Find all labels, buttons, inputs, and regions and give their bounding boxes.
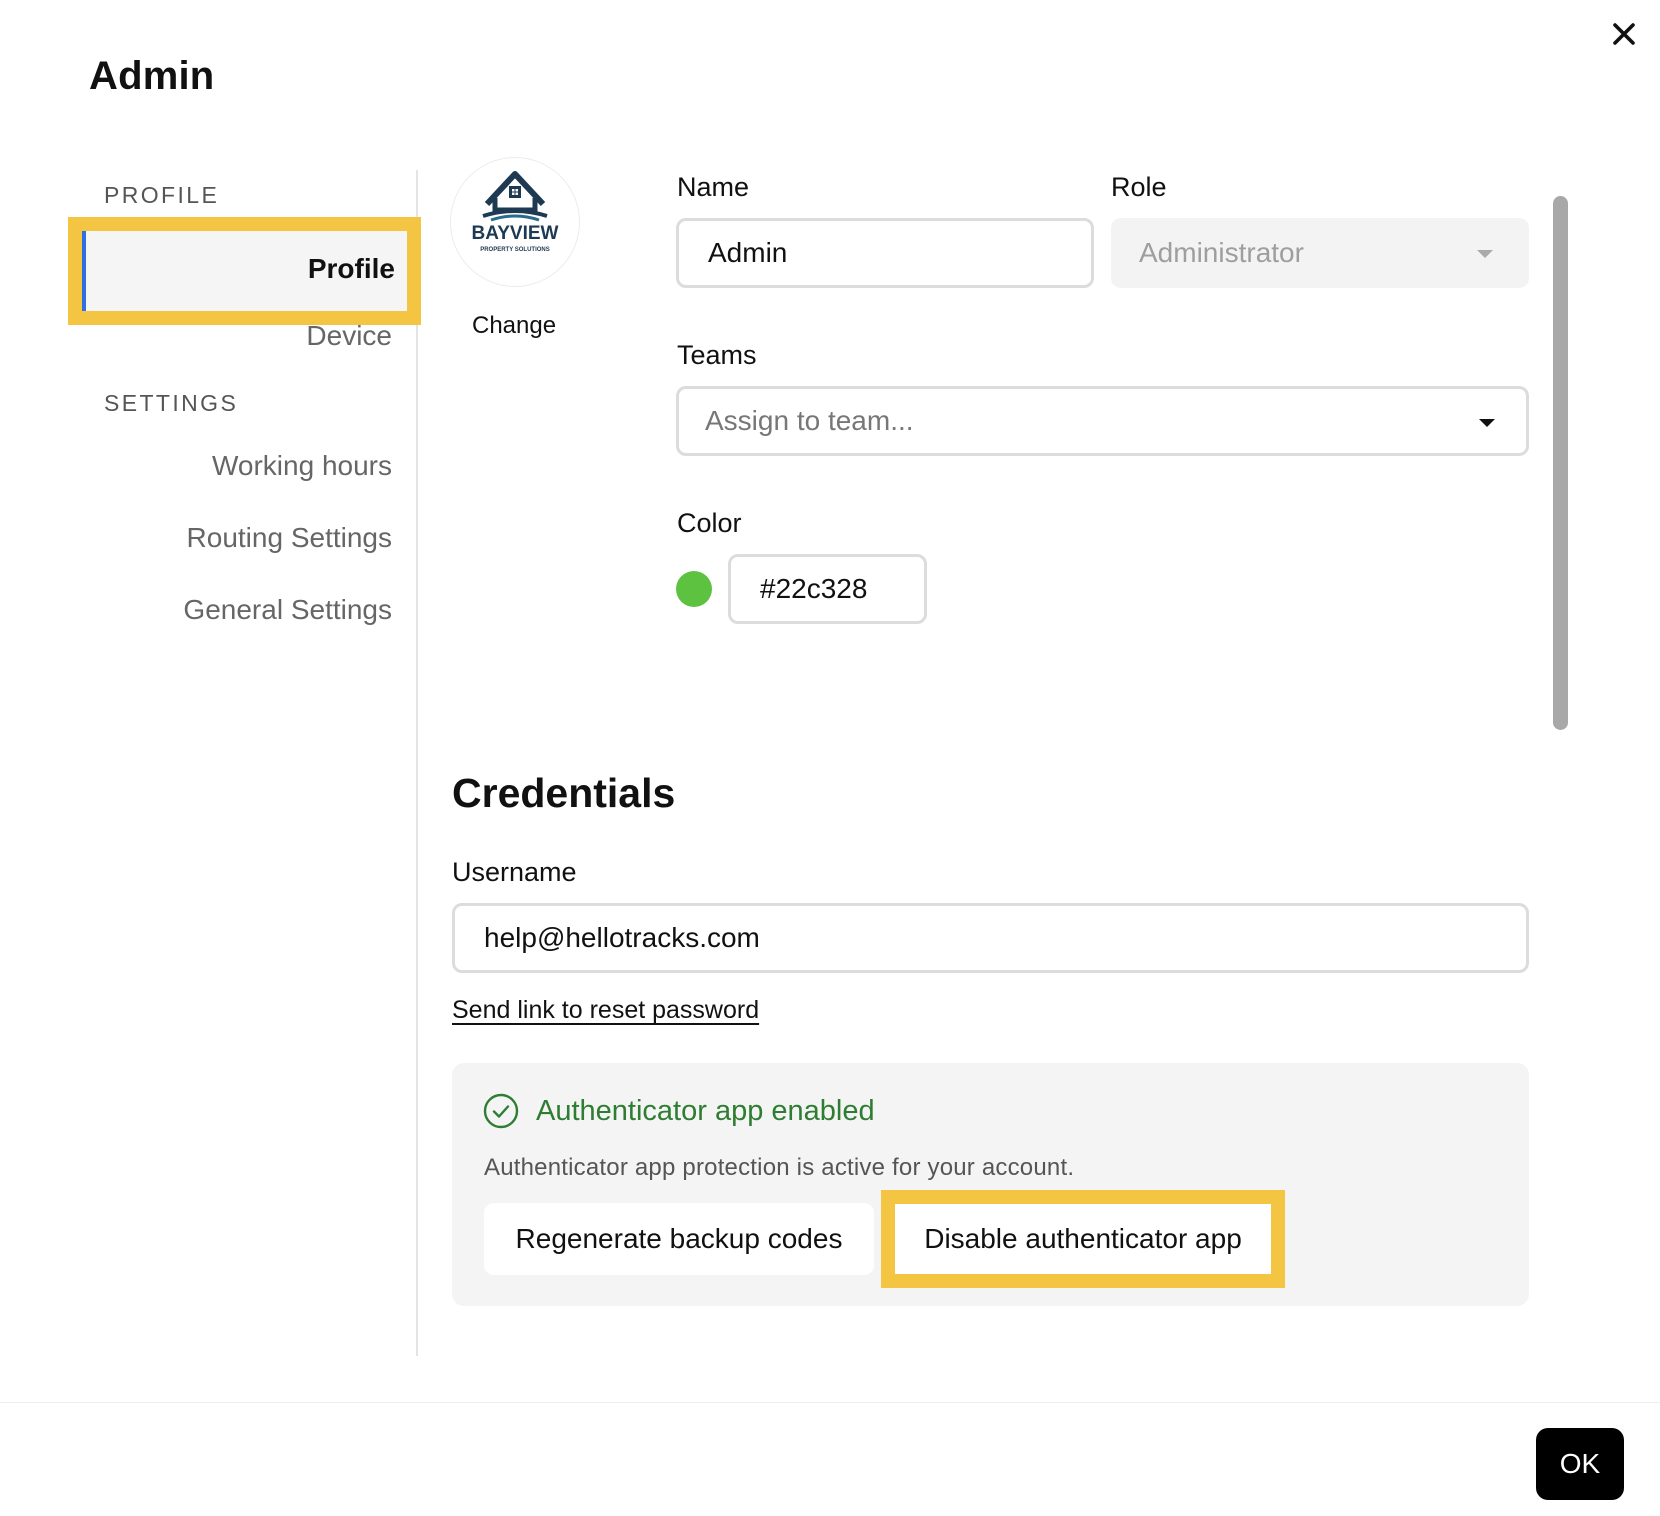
chevron-down-icon bbox=[1479, 419, 1495, 427]
sidebar-item-working-hours[interactable]: Working hours bbox=[212, 450, 392, 482]
admin-dialog: Admin PROFILE Profile Device SETTINGS Wo… bbox=[0, 0, 1660, 1516]
dialog-title: Admin bbox=[89, 54, 215, 98]
role-select[interactable]: Administrator bbox=[1111, 218, 1529, 288]
name-field[interactable]: Admin bbox=[676, 218, 1094, 288]
close-icon[interactable] bbox=[1608, 18, 1640, 50]
role-label: Role bbox=[1111, 172, 1167, 202]
avatar[interactable]: BAYVIEW PROPERTY SOLUTIONS bbox=[451, 158, 579, 286]
sidebar-item-device[interactable]: Device bbox=[306, 320, 392, 352]
sidebar-item-general-settings[interactable]: General Settings bbox=[183, 594, 392, 626]
teams-placeholder: Assign to team... bbox=[705, 405, 914, 436]
username-field[interactable]: help@hellotracks.com bbox=[452, 903, 1529, 973]
teams-label: Teams bbox=[677, 340, 757, 370]
sidebar-item-profile[interactable]: Profile bbox=[82, 231, 407, 311]
section-heading-settings: SETTINGS bbox=[104, 390, 239, 416]
scrollbar-thumb[interactable] bbox=[1553, 196, 1568, 730]
authenticator-status-description: Authenticator app protection is active f… bbox=[484, 1154, 1075, 1181]
highlight-frame: Profile bbox=[68, 217, 421, 325]
authenticator-panel: Authenticator app enabled Authenticator … bbox=[452, 1063, 1529, 1306]
credentials-heading: Credentials bbox=[452, 770, 676, 816]
reset-password-link[interactable]: Send link to reset password bbox=[452, 996, 759, 1025]
change-avatar-button[interactable]: Change bbox=[472, 312, 556, 340]
house-logo-icon bbox=[482, 171, 548, 222]
color-label: Color bbox=[677, 508, 742, 538]
name-label: Name bbox=[677, 172, 750, 202]
role-value: Administrator bbox=[1139, 237, 1304, 268]
chevron-down-icon bbox=[1477, 250, 1493, 258]
footer-divider bbox=[0, 1402, 1660, 1403]
teams-select[interactable]: Assign to team... bbox=[676, 386, 1529, 456]
sidebar-nav: PROFILE Profile Device SETTINGS Working … bbox=[0, 170, 421, 1356]
disable-authenticator-button[interactable]: Disable authenticator app bbox=[895, 1204, 1271, 1274]
section-heading-profile: PROFILE bbox=[104, 182, 220, 208]
logo-subtext: PROPERTY SOLUTIONS bbox=[480, 247, 550, 253]
sidebar-item-label: Profile bbox=[307, 253, 395, 284]
regenerate-backup-codes-button[interactable]: Regenerate backup codes bbox=[484, 1203, 874, 1275]
check-circle-icon bbox=[483, 1093, 519, 1129]
color-hex-field[interactable]: #22c328 bbox=[728, 554, 927, 624]
username-label: Username bbox=[452, 857, 577, 887]
color-swatch[interactable] bbox=[676, 571, 712, 607]
ok-button[interactable]: OK bbox=[1536, 1428, 1624, 1500]
authenticator-status-title: Authenticator app enabled bbox=[536, 1095, 875, 1127]
logo-text: BAYVIEW bbox=[472, 223, 559, 244]
sidebar-item-routing-settings[interactable]: Routing Settings bbox=[187, 522, 392, 554]
highlight-frame: Disable authenticator app bbox=[881, 1190, 1285, 1288]
